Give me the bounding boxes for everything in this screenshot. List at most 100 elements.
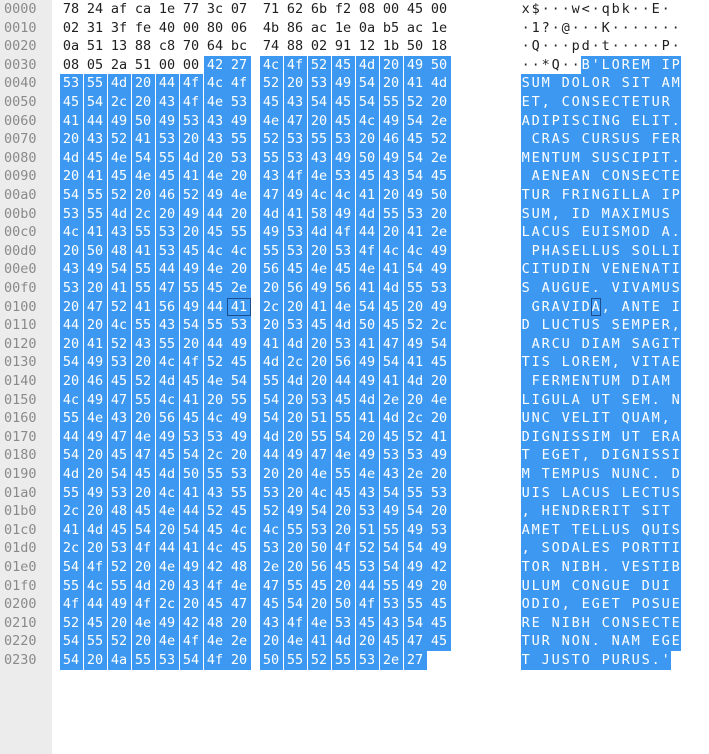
ascii-char[interactable] [621, 111, 631, 131]
hex-byte[interactable]: 43 [59, 260, 83, 279]
hex-byte[interactable]: 54 [179, 651, 203, 670]
ascii-char[interactable] [671, 502, 681, 521]
hex-byte[interactable]: 49 [227, 409, 251, 428]
ascii-char[interactable]: P [621, 539, 631, 558]
ascii-char[interactable]: I [651, 111, 661, 131]
ascii-char[interactable]: L [531, 576, 541, 596]
ascii-char[interactable]: C [521, 260, 531, 279]
ascii-char[interactable]: I [621, 279, 631, 298]
hex-byte[interactable]: 43 [179, 576, 203, 596]
hex-byte[interactable]: 20 [83, 502, 107, 521]
ascii-char[interactable]: U [551, 390, 561, 410]
ascii-char[interactable]: D [561, 74, 571, 93]
hex-byte[interactable]: 4f [331, 539, 355, 558]
ascii-char[interactable]: D [521, 427, 531, 447]
hex-byte[interactable]: 2e [379, 651, 403, 670]
hex-byte[interactable]: 45 [355, 167, 379, 186]
hex-byte[interactable]: 4c [83, 576, 107, 596]
ascii-char[interactable]: N [551, 613, 561, 633]
ascii-char[interactable]: U [521, 576, 531, 596]
ascii-char[interactable] [611, 409, 621, 428]
hex-byte[interactable]: 20 [355, 632, 379, 651]
hex-byte[interactable]: 20 [307, 595, 331, 614]
ascii-char[interactable]: I [631, 204, 641, 224]
hex-byte[interactable]: 52 [203, 353, 227, 372]
ascii-char[interactable]: S [521, 204, 531, 224]
hex-byte[interactable]: 45 [131, 502, 155, 521]
hex-byte[interactable]: 55 [403, 595, 427, 614]
ascii-char[interactable]: E [631, 55, 641, 75]
hex-byte[interactable]: 45 [59, 93, 83, 112]
ascii-char[interactable]: S [601, 539, 611, 558]
ascii-char[interactable]: L [601, 55, 611, 75]
hex-byte[interactable]: 53 [283, 241, 307, 261]
ascii-char[interactable]: D [601, 446, 611, 465]
ascii-char[interactable]: T [661, 539, 671, 558]
ascii-char[interactable] [581, 390, 591, 410]
ascii-char[interactable]: · [551, 19, 561, 38]
ascii-char[interactable]: S [591, 465, 601, 484]
ascii-char[interactable]: O [571, 93, 581, 112]
hex-byte[interactable]: 4e [283, 632, 307, 651]
hex-byte[interactable]: 45 [403, 130, 427, 149]
ascii-char[interactable]: I [591, 409, 601, 428]
ascii-char[interactable] [531, 446, 541, 465]
ascii-char[interactable]: C [581, 130, 591, 149]
ascii-char[interactable] [541, 613, 551, 633]
hex-byte[interactable]: 50 [179, 465, 203, 484]
ascii-char[interactable]: A [531, 167, 541, 186]
ascii-char[interactable]: E [561, 167, 571, 186]
hex-byte[interactable]: 00 [182, 19, 200, 38]
hex-byte[interactable]: 4f [179, 74, 203, 93]
ascii-char[interactable]: A [661, 74, 671, 93]
ascii-char[interactable]: R [661, 427, 671, 447]
ascii-char[interactable] [661, 390, 671, 410]
ascii-char[interactable]: · [571, 56, 581, 75]
ascii-char[interactable]: * [541, 56, 551, 75]
ascii-char[interactable]: E [581, 520, 591, 540]
ascii-char[interactable] [591, 167, 601, 186]
hex-byte[interactable]: 4d [259, 353, 283, 372]
hex-byte[interactable]: 4e [307, 260, 331, 279]
hex-byte[interactable]: 4f [179, 93, 203, 112]
hex-byte[interactable]: 4f [179, 632, 203, 651]
ascii-char[interactable]: R [581, 502, 591, 521]
hex-byte[interactable]: 78 [62, 0, 80, 19]
hex-byte[interactable]: 55 [131, 316, 155, 335]
ascii-char[interactable]: A [521, 111, 531, 131]
hex-byte[interactable]: 49 [403, 576, 427, 596]
ascii-char[interactable]: · [571, 19, 581, 38]
ascii-char[interactable]: O [531, 558, 541, 577]
hex-byte[interactable]: 45 [427, 632, 451, 651]
hex-byte[interactable]: 2c [403, 409, 427, 428]
ascii-char[interactable]: U [601, 148, 611, 168]
ascii-char[interactable]: S [611, 241, 621, 261]
hex-byte[interactable]: 4d [107, 74, 131, 93]
hex-byte[interactable]: 45 [179, 409, 203, 428]
hex-byte[interactable]: 2c [131, 204, 155, 224]
ascii-char[interactable]: T [521, 558, 531, 577]
hex-byte[interactable]: 4c [155, 390, 179, 410]
hex-byte[interactable]: 20 [59, 130, 83, 149]
ascii-char[interactable]: I [571, 204, 581, 224]
hex-byte[interactable]: 41 [283, 204, 307, 224]
ascii-char[interactable]: R [551, 372, 561, 391]
hex-byte[interactable]: 44 [83, 111, 107, 131]
ascii-char[interactable]: · [641, 0, 651, 19]
hex-byte[interactable]: 4d [379, 409, 403, 428]
ascii-char[interactable]: · [561, 56, 571, 75]
ascii-char[interactable]: · [671, 37, 681, 56]
hex-byte[interactable]: 53 [227, 465, 251, 484]
ascii-char[interactable]: · [521, 19, 531, 38]
hex-byte[interactable]: 20 [307, 334, 331, 354]
hex-byte[interactable]: 20 [59, 167, 83, 186]
hex-byte[interactable]: 43 [259, 613, 283, 633]
ascii-char[interactable]: C [541, 409, 551, 428]
ascii-char[interactable]: T [631, 427, 641, 447]
hex-byte[interactable]: 20 [155, 520, 179, 540]
hex-byte[interactable]: c8 [158, 37, 176, 56]
ascii-char[interactable]: T [651, 558, 661, 577]
hex-byte[interactable]: 4e [307, 613, 331, 633]
hex-byte[interactable]: 54 [403, 148, 427, 168]
hex-byte[interactable]: 20 [283, 427, 307, 447]
